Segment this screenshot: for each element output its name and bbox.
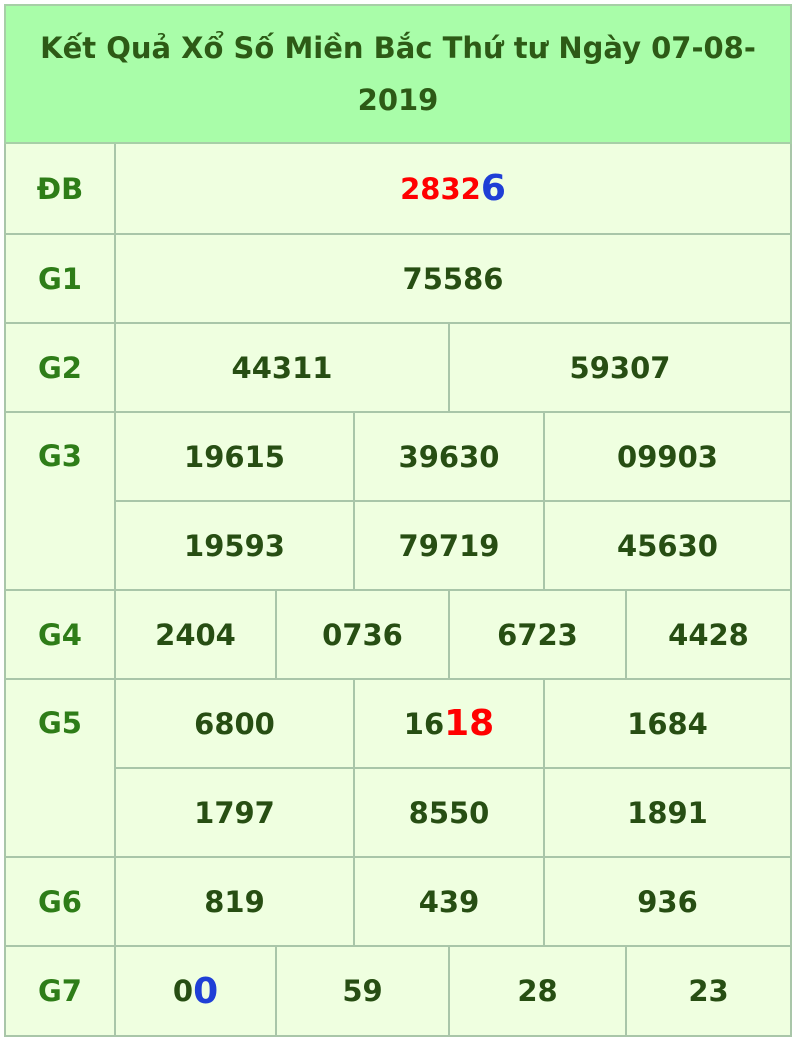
third-prize-number: 79719: [355, 502, 545, 591]
third-prize-number: 19593: [116, 502, 355, 591]
special-prize-number: 2832 6: [116, 144, 792, 235]
label-fifth-prize: G5: [4, 680, 116, 858]
seventh-prize-prefix: 0: [172, 974, 194, 1008]
label-first-prize: G1: [4, 235, 116, 324]
special-prize-digits: 2832: [400, 171, 481, 206]
second-prize-number: 59307: [450, 324, 792, 413]
special-prize-last-digit: 6: [480, 168, 506, 209]
label-sixth-prize: G6: [4, 858, 116, 947]
label-second-prize: G2: [4, 324, 116, 413]
fourth-prize-number: 6723: [450, 591, 627, 680]
third-prize-number: 09903: [545, 413, 792, 502]
first-prize-number: 75586: [116, 235, 792, 324]
fourth-prize-number: 4428: [627, 591, 792, 680]
fifth-prize-number-highlighted: 16 18: [355, 680, 545, 769]
label-third-prize: G3: [4, 413, 116, 591]
sixth-prize-number: 936: [545, 858, 792, 947]
label-seventh-prize: G7: [4, 947, 116, 1037]
seventh-prize-number-highlighted: 00: [116, 947, 277, 1037]
lottery-results-table: Kết Quả Xổ Số Miền Bắc Thứ tư Ngày 07-08…: [0, 0, 800, 1041]
label-special-prize: ĐB: [4, 144, 116, 235]
fifth-prize-number: 1797: [116, 769, 355, 858]
fifth-prize-number: 1684: [545, 680, 792, 769]
fourth-prize-number: 2404: [116, 591, 277, 680]
third-prize-number: 45630: [545, 502, 792, 591]
sixth-prize-number: 439: [355, 858, 545, 947]
fifth-prize-number: 1891: [545, 769, 792, 858]
second-prize-number: 44311: [116, 324, 450, 413]
results-title: Kết Quả Xổ Số Miền Bắc Thứ tư Ngày 07-08…: [4, 4, 792, 144]
sixth-prize-number: 819: [116, 858, 355, 947]
seventh-prize-highlight: 0: [193, 970, 219, 1012]
fifth-prize-prefix: 16: [403, 706, 445, 741]
label-fourth-prize: G4: [4, 591, 116, 680]
fourth-prize-number: 0736: [277, 591, 450, 680]
seventh-prize-number: 23: [627, 947, 792, 1037]
fifth-prize-highlight: 18: [444, 703, 495, 744]
seventh-prize-number: 59: [277, 947, 450, 1037]
fifth-prize-number: 8550: [355, 769, 545, 858]
third-prize-number: 19615: [116, 413, 355, 502]
fifth-prize-number: 6800: [116, 680, 355, 769]
third-prize-number: 39630: [355, 413, 545, 502]
seventh-prize-number: 28: [450, 947, 627, 1037]
